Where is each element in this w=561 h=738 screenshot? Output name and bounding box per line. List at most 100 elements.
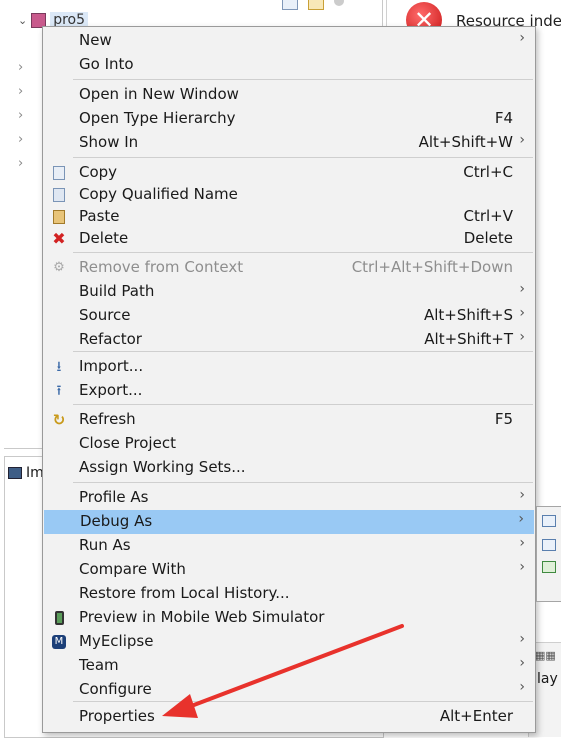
copy-icon — [51, 165, 67, 181]
menu-item-label: New — [79, 31, 112, 49]
menu-item-import[interactable]: ⭳ Import... — [43, 355, 535, 379]
menu-item-close-project[interactable]: Close Project — [43, 432, 535, 456]
submenu-arrow-icon: › — [519, 679, 525, 695]
menu-item-go-into[interactable]: Go Into — [43, 53, 535, 77]
myeclipse-icon: M — [51, 634, 67, 650]
tree-collapsed-chevron-icon[interactable]: › — [18, 84, 23, 99]
menu-item-label: Restore from Local History... — [79, 584, 290, 602]
menu-item-open-type-hierarchy[interactable]: Open Type Hierarchy F4 — [43, 107, 535, 131]
menu-item-label: Refresh — [79, 410, 136, 428]
menu-item-label: MyEclipse — [79, 632, 154, 650]
menu-separator — [73, 701, 533, 702]
context-menu: New › Go Into Open in New Window Open Type H… — [42, 26, 536, 733]
menu-item-shortcut: F4 — [494, 109, 513, 127]
menu-item-paste[interactable]: Paste Ctrl+V — [43, 205, 535, 229]
submenu-arrow-icon: › — [519, 655, 525, 671]
menu-item-export[interactable]: ⭱ Export... — [43, 379, 535, 403]
submenu-arrow-icon: › — [519, 281, 525, 297]
view-toolbar — [282, 0, 344, 10]
menu-separator — [73, 252, 533, 253]
menu-item-source[interactable]: Source Alt+Shift+S › — [43, 304, 535, 328]
menu-item-copy-qualified-name[interactable]: Copy Qualified Name — [43, 183, 535, 207]
menu-item-restore-from-local-history[interactable]: Restore from Local History... — [43, 582, 535, 606]
menu-item-configure[interactable]: Configure › — [43, 678, 535, 702]
menu-item-properties[interactable]: Properties Alt+Enter — [43, 705, 535, 729]
export-icon: ⭱ — [56, 383, 62, 399]
mobile-simulator-icon — [51, 610, 67, 626]
link-editor-icon[interactable] — [308, 0, 324, 10]
collapse-all-icon[interactable] — [282, 0, 298, 10]
menu-item-label: Open Type Hierarchy — [79, 109, 236, 127]
menu-item-label: Source — [79, 306, 131, 324]
menu-item-label: Copy — [79, 163, 118, 181]
menu-item-myeclipse[interactable]: M MyEclipse › — [43, 630, 535, 654]
menu-separator — [73, 157, 533, 158]
menu-item-label: Delete — [79, 229, 129, 247]
menu-item-assign-working-sets[interactable]: Assign Working Sets... — [43, 456, 535, 480]
menu-item-profile-as[interactable]: Profile As › — [43, 486, 535, 510]
menu-item-compare-with[interactable]: Compare With › — [43, 558, 535, 582]
submenu-arrow-icon: › — [519, 132, 525, 148]
menu-item-debug-as[interactable]: Debug As › — [44, 510, 534, 534]
menu-item-team[interactable]: Team › — [43, 654, 535, 678]
menu-item-label: Remove from Context — [79, 258, 244, 276]
menu-item-delete[interactable]: ✖ Delete Delete — [43, 227, 535, 251]
remove-context-icon: ⚙ — [53, 260, 65, 275]
menu-item-show-in[interactable]: Show In Alt+Shift+W › — [43, 131, 535, 155]
menu-item-run-as[interactable]: Run As › — [43, 534, 535, 558]
menu-separator — [73, 351, 533, 352]
menu-item-shortcut: Ctrl+V — [463, 207, 513, 225]
menu-item-shortcut: Alt+Shift+S — [423, 306, 513, 324]
menu-item-copy[interactable]: Copy Ctrl+C — [43, 161, 535, 185]
submenu-arrow-icon: › — [519, 535, 525, 551]
submenu-arrow-icon: › — [519, 631, 525, 647]
tree-collapsed-chevron-icon[interactable]: › — [18, 108, 23, 123]
menu-item-preview-in-mobile-web-simulator[interactable]: Preview in Mobile Web Simulator — [43, 606, 535, 630]
menu-item-label: Export... — [79, 381, 143, 399]
menu-item-label: Show In — [79, 133, 139, 151]
submenu-arrow-icon: › — [519, 329, 525, 345]
menu-item-label: Configure — [79, 680, 152, 698]
menu-item-shortcut: Alt+Shift+T — [424, 330, 513, 348]
view-tab-icon — [8, 467, 22, 479]
menu-item-label: Team — [79, 656, 119, 674]
submenu-arrow-icon: › — [519, 487, 525, 503]
menu-item-shortcut: Alt+Shift+W — [418, 133, 513, 151]
menu-item-label: Close Project — [79, 434, 176, 452]
import-icon: ⭳ — [56, 359, 62, 375]
menu-item-label: Compare With — [79, 560, 186, 578]
menu-item-label: Properties — [79, 707, 155, 725]
java-app-icon[interactable] — [542, 539, 556, 551]
menu-item-shortcut: Delete — [463, 229, 513, 247]
console-tab-icons[interactable]: ▦▦ — [535, 649, 556, 662]
view-menu-icon[interactable] — [334, 0, 344, 6]
menu-item-build-path[interactable]: Build Path › — [43, 280, 535, 304]
debug-config-icon[interactable] — [542, 515, 556, 527]
menu-item-shortcut: Alt+Enter — [439, 707, 513, 725]
menu-item-refresh[interactable]: ↻ Refresh F5 — [43, 408, 535, 432]
menu-item-label: Profile As — [79, 488, 149, 506]
menu-item-new[interactable]: New › — [43, 29, 535, 53]
menu-item-label: Open in New Window — [79, 85, 239, 103]
menu-item-label: Preview in Mobile Web Simulator — [79, 608, 325, 626]
menu-item-open-in-new-window[interactable]: Open in New Window — [43, 83, 535, 107]
expand-chevron-icon[interactable]: ⌄ — [18, 14, 27, 27]
refresh-icon: ↻ — [52, 411, 66, 429]
menu-item-label: Run As — [79, 536, 131, 554]
menu-item-shortcut: F5 — [494, 410, 513, 428]
menu-item-label: Build Path — [79, 282, 155, 300]
menu-item-label: Refactor — [79, 330, 142, 348]
menu-separator — [73, 482, 533, 483]
menu-separator — [73, 404, 533, 405]
debug-as-submenu — [536, 506, 561, 602]
debug-server-icon[interactable] — [542, 561, 556, 573]
tree-collapsed-chevron-icon[interactable]: › — [18, 156, 23, 171]
menu-separator — [73, 79, 533, 80]
submenu-arrow-icon: › — [518, 511, 524, 527]
menu-item-label: Paste — [79, 207, 120, 225]
delete-icon: ✖ — [52, 229, 66, 248]
tree-collapsed-chevron-icon[interactable]: › — [18, 60, 23, 75]
tree-collapsed-chevron-icon[interactable]: › — [18, 132, 23, 147]
menu-item-refactor[interactable]: Refactor Alt+Shift+T › — [43, 328, 535, 352]
menu-item-label: Assign Working Sets... — [79, 458, 246, 476]
